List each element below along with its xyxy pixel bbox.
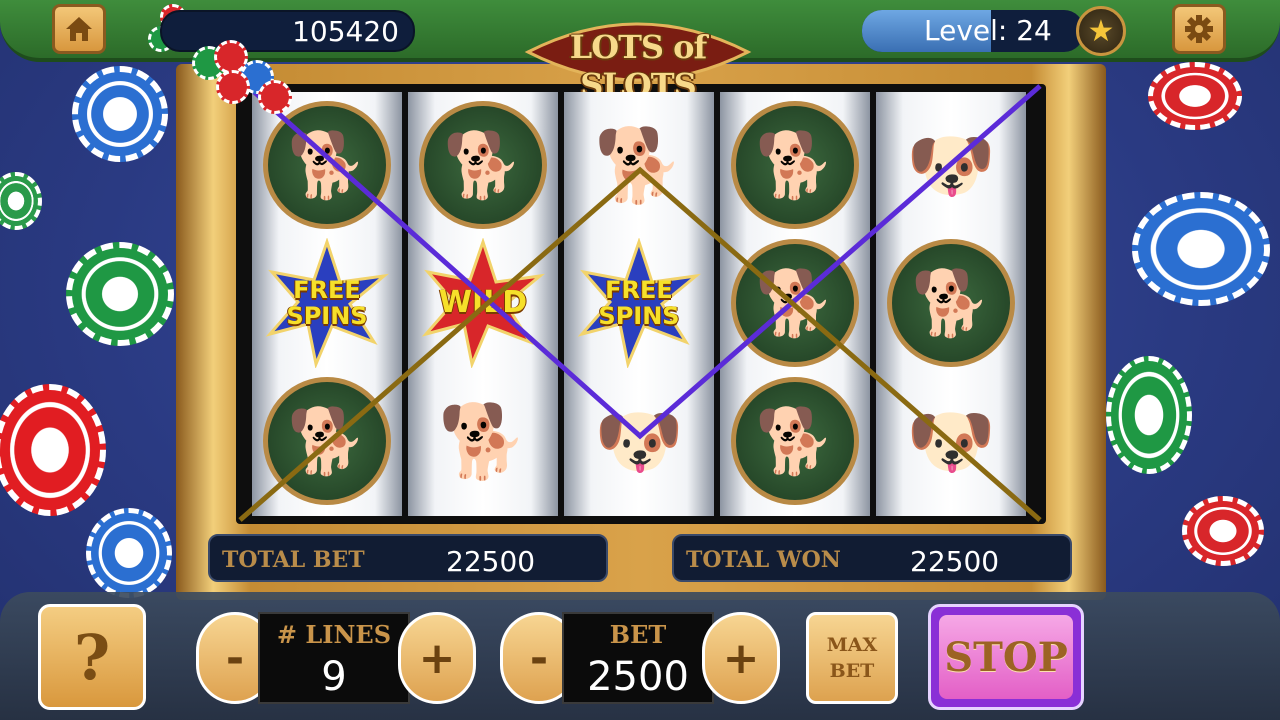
total-won-value: 22500 — [910, 545, 1000, 578]
bet-plus-button[interactable]: + — [702, 612, 780, 704]
coin-balance-value: 105420 — [292, 14, 399, 48]
corgi-dog-symbol: 🐕 — [418, 100, 548, 230]
gear-icon — [1185, 15, 1213, 43]
home-button[interactable] — [52, 4, 106, 54]
lines-display: # LINES 9 — [258, 612, 410, 704]
star-icon: ★ — [1076, 6, 1126, 56]
pomeranian-dog-icon: 🐕 — [887, 239, 1015, 367]
corgi-dog-symbol: 🐕 — [262, 376, 392, 506]
reel-5: 🐶 🐕 🐶 — [876, 92, 1026, 516]
pitbull-dog-icon: 🐶 — [906, 398, 996, 483]
lines-stepper: - # LINES 9 + — [196, 612, 476, 704]
reel-2: 🐕 WILD 🐕 — [408, 92, 558, 516]
collie-dog-symbol: 🐕 — [262, 100, 392, 230]
bulldog-symbol: 🐶 — [574, 376, 704, 506]
total-bet-box: TOTAL BET 22500 — [208, 534, 608, 582]
help-button[interactable]: ? — [38, 604, 146, 710]
golden-retriever-dog-symbol: 🐶 — [886, 100, 1016, 230]
blue-chip-decoration — [72, 66, 168, 162]
free-spins-label-top: FREE — [605, 276, 673, 304]
level-progress-bar: Level: 24 — [862, 10, 1084, 52]
game-logo: LOTS of SLOTS — [508, 2, 768, 104]
free-spins-star-icon: FREE SPINS — [574, 238, 704, 368]
corgi-dog-icon: 🐕 — [263, 377, 391, 505]
level-text: Level: 24 — [924, 14, 1052, 47]
total-won-box: TOTAL WON 22500 — [672, 534, 1072, 582]
red-chip-decoration — [1148, 62, 1242, 130]
bet-stepper: - BET 2500 + — [500, 612, 780, 704]
scottish-terrier-dog-symbol: 🐕 — [574, 100, 704, 230]
free-spins-symbol: FREE SPINS — [262, 238, 392, 368]
pitbull-dog-symbol: 🐶 — [886, 376, 1016, 506]
lines-label: # LINES — [276, 620, 392, 649]
blue-chip-decoration — [1132, 192, 1270, 306]
lines-value: 9 — [321, 654, 347, 700]
max-bet-line2: BET — [829, 660, 875, 682]
scottish-terrier-dog-symbol: 🐕 — [418, 376, 548, 506]
green-chip-decoration — [66, 242, 174, 346]
bet-value: 2500 — [587, 654, 689, 700]
corgi-dog-icon: 🐕 — [419, 101, 547, 229]
free-spins-star-icon: FREE SPINS — [262, 238, 392, 368]
free-spins-label-top: FREE — [293, 276, 361, 304]
wild-label: WILD — [438, 285, 528, 320]
reel-4: 🐕 🐕 🐕 — [720, 92, 870, 516]
free-spins-label-bottom: SPINS — [598, 302, 680, 330]
pomeranian-dog-symbol: 🐕 — [730, 376, 860, 506]
pomeranian-dog-icon: 🐕 — [731, 377, 859, 505]
corgi-dog-icon: 🐕 — [731, 101, 859, 229]
pomeranian-dog-symbol: 🐕 — [886, 238, 1016, 368]
corgi-dog-symbol: 🐕 — [730, 100, 860, 230]
max-bet-button[interactable]: MAX BET — [806, 612, 898, 704]
golden-retriever-dog-icon: 🐶 — [906, 122, 996, 207]
stop-label: STOP — [939, 615, 1073, 699]
bet-label: BET — [609, 620, 667, 649]
green-chip-decoration — [1106, 356, 1192, 474]
total-bet-value: 22500 — [446, 545, 536, 578]
bet-chips-icon — [192, 40, 300, 116]
bet-display: BET 2500 — [562, 612, 714, 704]
wild-star-icon: WILD — [418, 238, 548, 368]
total-won-label: TOTAL WON — [686, 547, 841, 573]
collie-dog-symbol: 🐕 — [730, 238, 860, 368]
free-spins-symbol: FREE SPINS — [574, 238, 704, 368]
free-spins-label-bottom: SPINS — [286, 302, 368, 330]
red-chip-decoration — [1182, 496, 1264, 566]
reel-1: 🐕 FREE SPINS 🐕 — [252, 92, 402, 516]
home-icon — [66, 17, 92, 41]
reel-3: 🐕 FREE SPINS 🐶 — [564, 92, 714, 516]
blue-chip-decoration — [86, 508, 172, 598]
stop-button[interactable]: STOP — [928, 604, 1084, 710]
bulldog-icon: 🐶 — [594, 398, 684, 483]
max-bet-line1: MAX — [826, 634, 878, 656]
lines-plus-button[interactable]: + — [398, 612, 476, 704]
settings-button[interactable] — [1172, 4, 1226, 54]
wild-symbol: WILD — [418, 238, 548, 368]
collie-dog-icon: 🐕 — [731, 239, 859, 367]
collie-dog-icon: 🐕 — [263, 101, 391, 229]
scottish-terrier-dog-icon: 🐕 — [438, 398, 528, 483]
total-bet-label: TOTAL BET — [222, 547, 365, 573]
scottish-terrier-dog-icon: 🐕 — [594, 122, 684, 207]
